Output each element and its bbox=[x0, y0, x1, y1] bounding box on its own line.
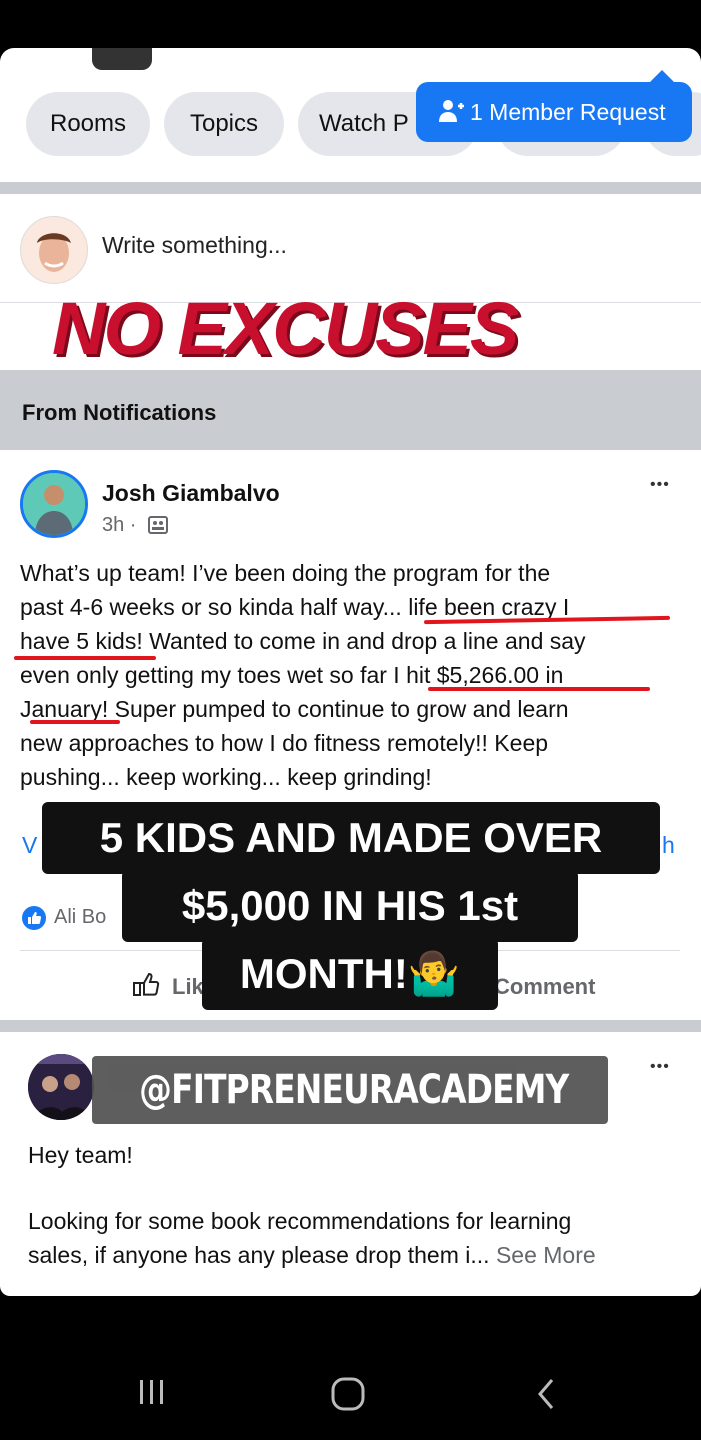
see-more-fragment-right: h bbox=[662, 832, 675, 858]
overlay-caption-line: $5,000 IN HIS 1st bbox=[122, 870, 578, 942]
group-avatar-partial bbox=[92, 48, 152, 70]
post2-body-text: sales, if anyone has any please drop the… bbox=[28, 1242, 490, 1268]
post-body: What’s up team! I’ve been doing the prog… bbox=[20, 556, 690, 794]
post-line: January! Super pumped to continue to gro… bbox=[20, 696, 569, 722]
android-nav-bar bbox=[0, 1296, 701, 1440]
group-audience-icon bbox=[148, 515, 168, 540]
post-menu-button[interactable]: ••• bbox=[650, 476, 670, 494]
post-line: have 5 kids! Wanted to come in and drop … bbox=[20, 628, 586, 654]
post2-menu-button[interactable]: ••• bbox=[650, 1058, 670, 1076]
section-title: From Notifications bbox=[22, 400, 217, 425]
see-more-fragment: V bbox=[22, 832, 38, 858]
annotation-underline bbox=[30, 720, 120, 724]
post2-body-line: sales, if anyone has any please drop the… bbox=[28, 1242, 596, 1269]
home-button[interactable] bbox=[330, 1376, 366, 1417]
handle-text: @FITPRENEURACADEMY bbox=[139, 1067, 569, 1113]
post-line: pushing... keep working... keep grinding… bbox=[20, 764, 432, 790]
overlay-caption-line: MONTH!🤷‍♂️ bbox=[202, 938, 498, 1010]
like-reaction-icon bbox=[22, 906, 46, 930]
annotation-underline bbox=[428, 687, 650, 691]
recent-apps-button[interactable] bbox=[136, 1376, 168, 1413]
header-dots bbox=[196, 48, 476, 56]
annotation-underline bbox=[14, 656, 156, 660]
thumbs-up-icon bbox=[133, 972, 160, 996]
divider-bottom bbox=[0, 1020, 701, 1032]
comment-button[interactable]: Comment bbox=[494, 974, 595, 1000]
post-line: What’s up team! I’ve been doing the prog… bbox=[20, 560, 551, 586]
post2-greeting: Hey team! bbox=[28, 1142, 133, 1168]
composer-avatar bbox=[20, 216, 88, 284]
back-button[interactable] bbox=[532, 1376, 560, 1417]
composer-input[interactable]: Write something... bbox=[102, 232, 287, 259]
post-timestamp: 3h · bbox=[102, 514, 137, 536]
member-request-tooltip[interactable]: 1 Member Request bbox=[416, 70, 692, 142]
post2-author-avatar[interactable] bbox=[28, 1054, 94, 1120]
overlay-caption-line: 5 KIDS AND MADE OVER bbox=[42, 802, 660, 874]
no-excuses-banner: NO EXCUSES bbox=[52, 287, 519, 370]
member-request-icon bbox=[438, 82, 466, 142]
reactions-names[interactable]: Ali Bo bbox=[54, 906, 106, 929]
tab-topics[interactable]: Topics bbox=[164, 92, 284, 156]
tab-rooms[interactable]: Rooms bbox=[26, 92, 150, 156]
see-more-link[interactable]: See More bbox=[496, 1242, 596, 1268]
post2-body-line: Looking for some book recommendations fo… bbox=[28, 1208, 572, 1234]
like-label: Lik bbox=[172, 974, 204, 999]
member-request-label: 1 Member Request bbox=[470, 99, 666, 125]
post-line: new approaches to how I do fitness remot… bbox=[20, 730, 549, 756]
post-author-name[interactable]: Josh Giambalvo bbox=[102, 480, 280, 507]
divider-top bbox=[0, 182, 701, 194]
handle-sticker: @FITPRENEURACADEMY bbox=[92, 1056, 608, 1124]
post-author-avatar[interactable] bbox=[20, 470, 88, 538]
